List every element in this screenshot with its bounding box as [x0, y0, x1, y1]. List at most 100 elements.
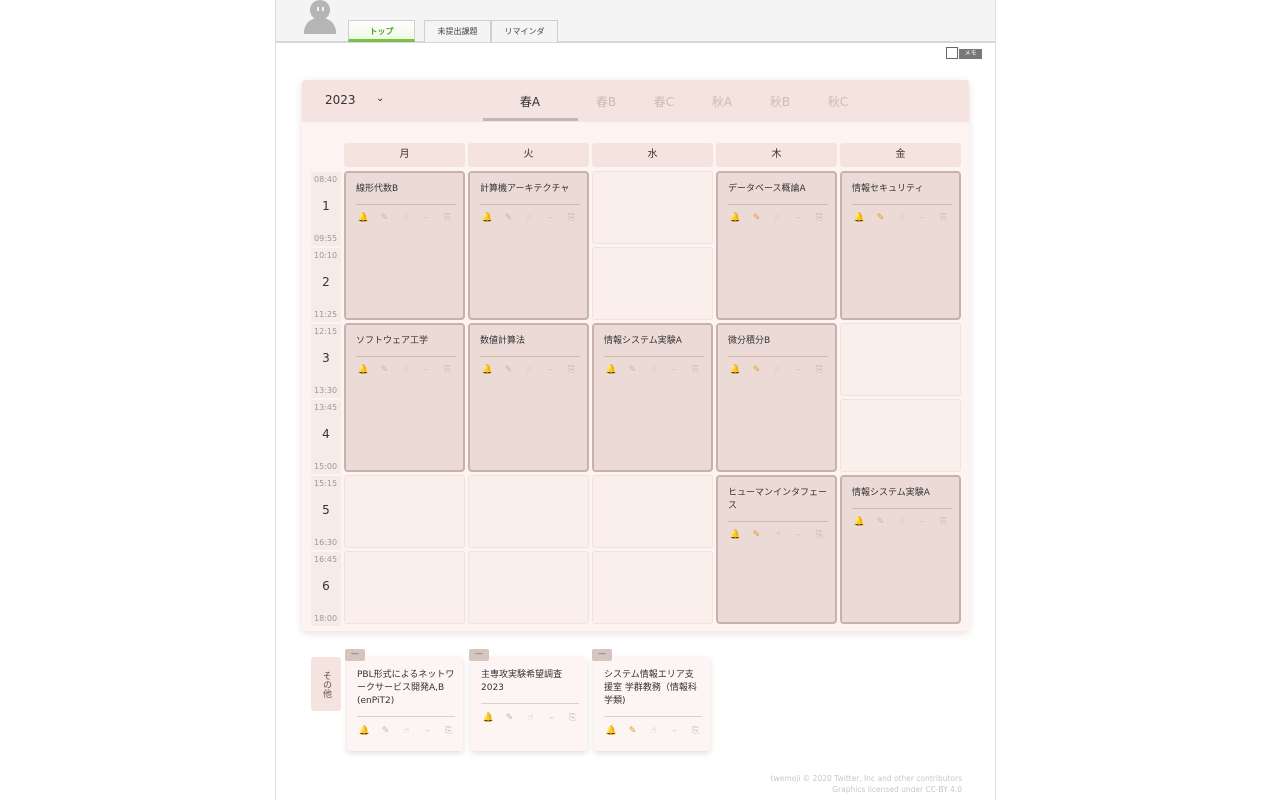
empty-cell[interactable]	[592, 475, 713, 548]
dash-icon[interactable]: –	[668, 365, 681, 375]
year-select[interactable]: 2023	[325, 93, 356, 107]
bell-icon[interactable]: 🔔	[605, 365, 618, 375]
other-course-card[interactable]: — 主専攻実験希望調査2023 🔔 ✎ ☝ – ⎘	[469, 649, 587, 751]
empty-cell[interactable]	[468, 475, 589, 548]
empty-cell[interactable]	[840, 399, 961, 472]
tab-unsubmitted[interactable]: 未提出課題	[424, 20, 491, 42]
pen-icon[interactable]: ✎	[750, 213, 763, 223]
other-course-card[interactable]: — システム情報エリア支援室 学群教務（情報科学類) 🔔 ✎ ☝ – ⎘	[592, 649, 710, 751]
course-card[interactable]: 微分積分B 🔔 ✎ ☝ – ⎘	[716, 323, 837, 472]
bell-icon[interactable]: 🔔	[358, 726, 371, 736]
other-course-card[interactable]: — PBL形式によるネットワークサービス開発A,B (enPiT2) 🔔 ✎ ☝…	[345, 649, 463, 751]
empty-cell[interactable]	[840, 323, 961, 396]
dash-icon[interactable]: –	[420, 365, 433, 375]
hand-icon[interactable]: ☝	[523, 365, 536, 375]
dash-icon[interactable]: –	[544, 213, 557, 223]
tab-reminder[interactable]: リマインダ	[491, 20, 558, 42]
course-card[interactable]: ヒューマンインタフェース 🔔 ✎ ☝ – ⎘	[716, 475, 837, 624]
menu-tag[interactable]: —	[592, 649, 612, 661]
pen-icon[interactable]: ✎	[503, 713, 516, 723]
pen-icon[interactable]: ✎	[750, 365, 763, 375]
term-tab-autumn-c[interactable]: 秋C	[818, 93, 858, 110]
tab-top[interactable]: トップ	[348, 20, 415, 42]
course-card[interactable]: 情報システム実験A 🔔 ✎ ☝ – ⎘	[840, 475, 961, 624]
pen-icon[interactable]: ✎	[378, 365, 391, 375]
bell-icon[interactable]: 🔔	[605, 726, 618, 736]
pen-icon[interactable]: ✎	[874, 517, 887, 527]
chevron-down-icon[interactable]: ⌄	[376, 93, 384, 104]
course-card[interactable]: 情報システム実験A 🔔 ✎ ☝ – ⎘	[592, 323, 713, 472]
hand-icon[interactable]: ☝	[771, 365, 784, 375]
bell-icon[interactable]: 🔔	[729, 530, 742, 540]
pen-icon[interactable]: ✎	[502, 213, 515, 223]
course-card[interactable]: ソフトウェア工学 🔔 ✎ ☝ – ⎘	[344, 323, 465, 472]
copy-icon[interactable]: ⎘	[565, 365, 578, 375]
memo-button[interactable]: メモ	[946, 47, 982, 60]
hand-icon[interactable]: ☝	[400, 726, 413, 736]
hand-icon[interactable]: ☝	[647, 365, 660, 375]
dash-icon[interactable]: –	[545, 713, 558, 723]
hand-icon[interactable]: ☝	[523, 213, 536, 223]
menu-tag[interactable]: —	[469, 649, 489, 661]
dash-icon[interactable]: –	[420, 213, 433, 223]
bell-icon[interactable]: 🔔	[729, 365, 742, 375]
empty-cell[interactable]	[468, 551, 589, 624]
pen-icon[interactable]: ✎	[626, 726, 639, 736]
copy-icon[interactable]: ⎘	[566, 713, 579, 723]
hand-icon[interactable]: ☝	[771, 213, 784, 223]
bell-icon[interactable]: 🔔	[357, 365, 370, 375]
dash-icon[interactable]: –	[792, 213, 805, 223]
avatar[interactable]	[304, 0, 336, 34]
empty-cell[interactable]	[592, 247, 713, 320]
pen-icon[interactable]: ✎	[502, 365, 515, 375]
term-tab-autumn-b[interactable]: 秋B	[760, 93, 800, 110]
dash-icon[interactable]: –	[792, 530, 805, 540]
empty-cell[interactable]	[344, 475, 465, 548]
term-tab-spring-b[interactable]: 春B	[586, 93, 626, 110]
course-card[interactable]: 数値計算法 🔔 ✎ ☝ – ⎘	[468, 323, 589, 472]
dash-icon[interactable]: –	[544, 365, 557, 375]
dash-icon[interactable]: –	[668, 726, 681, 736]
copy-icon[interactable]: ⎘	[689, 365, 702, 375]
empty-cell[interactable]	[592, 551, 713, 624]
course-card[interactable]: データベース概論A 🔔 ✎ ☝ – ⎘	[716, 171, 837, 320]
menu-tag[interactable]: —	[345, 649, 365, 661]
empty-cell[interactable]	[344, 551, 465, 624]
bell-icon[interactable]: 🔔	[853, 213, 866, 223]
course-card[interactable]: 情報セキュリティ 🔔 ✎ ☝ – ⎘	[840, 171, 961, 320]
dash-icon[interactable]: –	[792, 365, 805, 375]
bell-icon[interactable]: 🔔	[481, 365, 494, 375]
hand-icon[interactable]: ☝	[399, 213, 412, 223]
term-tab-autumn-a[interactable]: 秋A	[702, 93, 742, 110]
pen-icon[interactable]: ✎	[750, 530, 763, 540]
dash-icon[interactable]: –	[916, 213, 929, 223]
hand-icon[interactable]: ☝	[399, 365, 412, 375]
hand-icon[interactable]: ☝	[895, 517, 908, 527]
hand-icon[interactable]: ☝	[771, 530, 784, 540]
copy-icon[interactable]: ⎘	[813, 530, 826, 540]
copy-icon[interactable]: ⎘	[689, 726, 702, 736]
pen-icon[interactable]: ✎	[626, 365, 639, 375]
bell-icon[interactable]: 🔔	[357, 213, 370, 223]
copy-icon[interactable]: ⎘	[441, 365, 454, 375]
copy-icon[interactable]: ⎘	[442, 726, 455, 736]
course-card[interactable]: 計算機アーキテクチャ 🔔 ✎ ☝ – ⎘	[468, 171, 589, 320]
pen-icon[interactable]: ✎	[379, 726, 392, 736]
bell-icon[interactable]: 🔔	[729, 213, 742, 223]
hand-icon[interactable]: ☝	[647, 726, 660, 736]
term-tab-spring-a[interactable]: 春A	[510, 93, 550, 110]
hand-icon[interactable]: ☝	[895, 213, 908, 223]
copy-icon[interactable]: ⎘	[813, 365, 826, 375]
bell-icon[interactable]: 🔔	[481, 213, 494, 223]
empty-cell[interactable]	[592, 171, 713, 244]
copy-icon[interactable]: ⎘	[937, 213, 950, 223]
pen-icon[interactable]: ✎	[874, 213, 887, 223]
term-tab-spring-c[interactable]: 春C	[644, 93, 684, 110]
course-card[interactable]: 線形代数B 🔔 ✎ ☝ – ⎘	[344, 171, 465, 320]
copy-icon[interactable]: ⎘	[565, 213, 578, 223]
bell-icon[interactable]: 🔔	[482, 713, 495, 723]
copy-icon[interactable]: ⎘	[813, 213, 826, 223]
hand-icon[interactable]: ☝	[524, 713, 537, 723]
dash-icon[interactable]: –	[916, 517, 929, 527]
copy-icon[interactable]: ⎘	[937, 517, 950, 527]
